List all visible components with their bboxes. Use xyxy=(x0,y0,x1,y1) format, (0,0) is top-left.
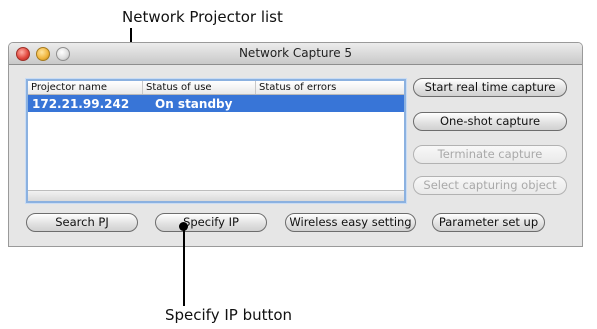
network-projector-list[interactable]: Projector name Status of use Status of e… xyxy=(26,79,406,203)
specify-ip-button-callout: Specify IP button xyxy=(165,306,293,324)
callout-leader-line-bottom xyxy=(183,226,185,306)
horizontal-scrollbar[interactable] xyxy=(28,190,404,201)
network-capture-window: Network Capture 5 Projector name Status … xyxy=(8,42,583,247)
start-real-time-capture-button[interactable]: Start real time capture xyxy=(413,78,567,97)
callout-dot-bottom xyxy=(179,222,188,231)
select-capturing-object-button[interactable]: Select capturing object xyxy=(413,176,567,195)
one-shot-capture-button[interactable]: One-shot capture xyxy=(413,112,567,131)
specify-ip-button[interactable]: Specify IP xyxy=(155,213,267,232)
column-header-projector-name[interactable]: Projector name xyxy=(28,81,143,94)
window-title: Network Capture 5 xyxy=(238,46,353,60)
list-header: Projector name Status of use Status of e… xyxy=(28,81,404,95)
projector-name-cell: 172.21.99.242 xyxy=(32,96,130,111)
column-header-status-of-errors[interactable]: Status of errors xyxy=(256,81,404,94)
wireless-easy-setting-button[interactable]: Wireless easy setting xyxy=(285,213,416,232)
terminate-capture-button[interactable]: Terminate capture xyxy=(413,145,567,164)
column-header-status-of-use[interactable]: Status of use xyxy=(143,81,256,94)
network-projector-list-callout: Network Projector list xyxy=(122,8,283,26)
parameter-set-up-button[interactable]: Parameter set up xyxy=(432,213,545,232)
search-pj-button[interactable]: Search PJ xyxy=(26,213,138,232)
status-of-use-cell: On standby xyxy=(155,96,233,111)
projector-row[interactable]: 172.21.99.242 On standby xyxy=(28,95,404,112)
title-bar[interactable]: Network Capture 5 xyxy=(9,43,582,65)
